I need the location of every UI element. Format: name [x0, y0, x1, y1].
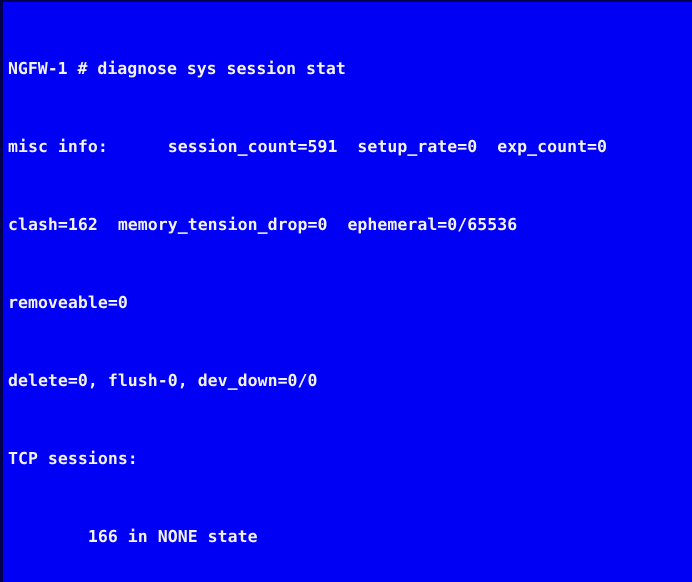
misc-info-line: misc info: session_count=591 setup_rate=… [8, 137, 608, 156]
tcp-sessions-header: TCP sessions: [8, 449, 138, 468]
terminal-output: NGFW-1 # diagnose sys session stat misc … [8, 4, 692, 582]
terminal-window[interactable]: NGFW-1 # diagnose sys session stat misc … [0, 0, 692, 582]
tcp-state-none: 166 in NONE state [8, 527, 258, 546]
delete-flush-line: delete=0, flush-0, dev_down=0/0 [8, 371, 318, 390]
command-prompt-line: NGFW-1 # diagnose sys session stat [8, 59, 346, 78]
removeable-line: removeable=0 [8, 293, 128, 312]
clash-line: clash=162 memory_tension_drop=0 ephemera… [8, 215, 518, 234]
